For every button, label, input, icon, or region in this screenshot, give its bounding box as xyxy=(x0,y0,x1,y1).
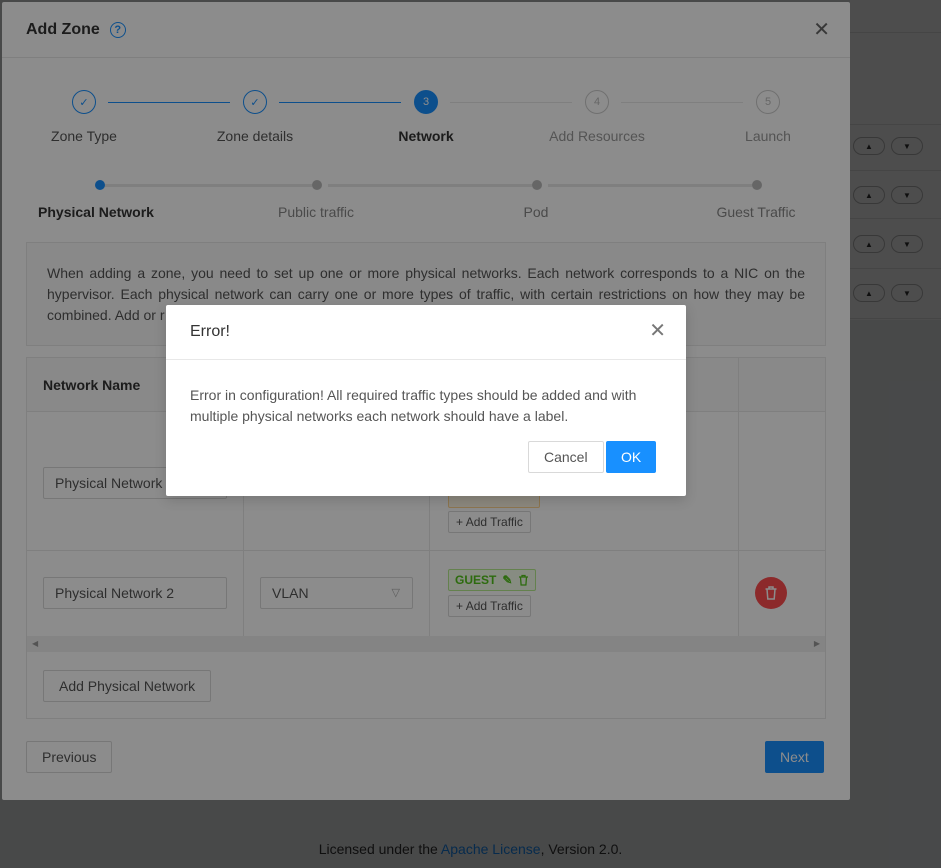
ok-button[interactable]: OK xyxy=(606,441,657,473)
close-icon[interactable]: ✕ xyxy=(649,321,666,341)
error-dialog-title: Error! xyxy=(166,305,686,360)
error-message: Error in configuration! All required tra… xyxy=(190,387,637,424)
error-dialog: Error! ✕ Error in configuration! All req… xyxy=(166,305,686,496)
cancel-button[interactable]: Cancel xyxy=(528,441,604,473)
